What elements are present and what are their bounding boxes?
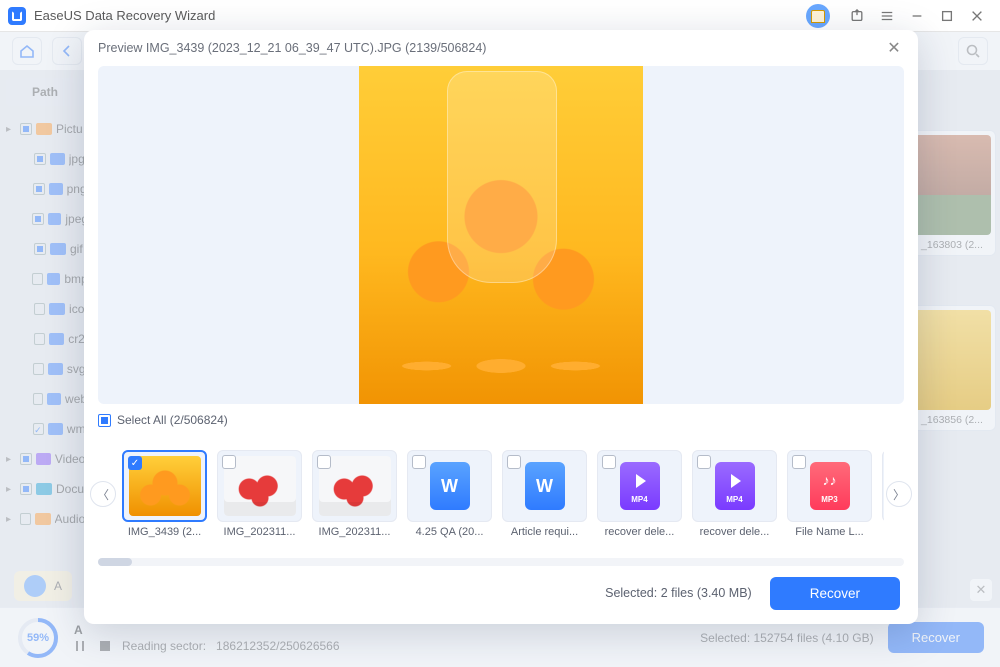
- select-all-label: Select All (2/506824): [117, 413, 228, 427]
- thumbnail[interactable]: 4.25 QA (20...: [407, 450, 492, 538]
- window-minimize-icon[interactable]: [904, 3, 930, 29]
- app-logo-icon: [8, 7, 26, 25]
- thumb-caption: IMG_3439 (2...: [122, 526, 207, 538]
- shop-icon[interactable]: [806, 4, 830, 28]
- thumb-checkbox[interactable]: [507, 455, 521, 469]
- window-close-icon[interactable]: [964, 3, 990, 29]
- thumb-checkbox[interactable]: [222, 455, 236, 469]
- thumb-caption: File Name L...: [787, 526, 872, 538]
- thumbnail[interactable]: IMG_3439 (2...: [122, 450, 207, 538]
- thumbnail[interactable]: File Name L...: [787, 450, 872, 538]
- selected-summary: Selected: 2 files (3.40 MB): [605, 586, 752, 600]
- thumb-checkbox[interactable]: [792, 455, 806, 469]
- thumb-checkbox[interactable]: [697, 455, 711, 469]
- preview-area: [98, 66, 904, 404]
- thumbs-scrollbar[interactable]: [98, 558, 904, 566]
- thumb-caption: File Name L...: [882, 526, 884, 538]
- app-title: EaseUS Data Recovery Wizard: [34, 8, 806, 23]
- thumb-checkbox[interactable]: [317, 455, 331, 469]
- thumbnail[interactable]: File Name L...: [882, 450, 884, 538]
- thumb-checkbox[interactable]: [412, 455, 426, 469]
- file-type-icon: [620, 462, 660, 510]
- thumb-caption: IMG_202311...: [312, 526, 397, 538]
- file-type-icon: [715, 462, 755, 510]
- thumbs-next-button[interactable]: 〉: [886, 481, 912, 507]
- thumb-checkbox[interactable]: [128, 456, 142, 470]
- thumbnail[interactable]: IMG_202311...: [217, 450, 302, 538]
- share-icon[interactable]: [844, 3, 870, 29]
- thumbnail[interactable]: recover dele...: [597, 450, 682, 538]
- thumb-caption: 4.25 QA (20...: [407, 526, 492, 538]
- thumbnail[interactable]: recover dele...: [692, 450, 777, 538]
- preview-modal: Preview IMG_3439 (2023_12_21 06_39_47 UT…: [84, 30, 918, 624]
- select-all-row[interactable]: Select All (2/506824): [84, 404, 918, 430]
- select-all-checkbox[interactable]: [98, 414, 111, 427]
- thumbs-prev-button[interactable]: 〈: [90, 481, 116, 507]
- thumb-caption: recover dele...: [597, 526, 682, 538]
- close-icon[interactable]: ✕: [884, 38, 904, 58]
- file-type-icon: [430, 462, 470, 510]
- thumbnail[interactable]: Article requi...: [502, 450, 587, 538]
- menu-icon[interactable]: [874, 3, 900, 29]
- preview-image: [359, 66, 643, 404]
- modal-title: Preview IMG_3439 (2023_12_21 06_39_47 UT…: [98, 41, 884, 55]
- title-bar: EaseUS Data Recovery Wizard: [0, 0, 1000, 32]
- thumb-caption: IMG_202311...: [217, 526, 302, 538]
- thumb-caption: Article requi...: [502, 526, 587, 538]
- thumbnail[interactable]: IMG_202311...: [312, 450, 397, 538]
- window-maximize-icon[interactable]: [934, 3, 960, 29]
- file-type-icon: [810, 462, 850, 510]
- recover-button[interactable]: Recover: [770, 577, 900, 610]
- thumb-caption: recover dele...: [692, 526, 777, 538]
- file-type-icon: [525, 462, 565, 510]
- thumb-checkbox[interactable]: [602, 455, 616, 469]
